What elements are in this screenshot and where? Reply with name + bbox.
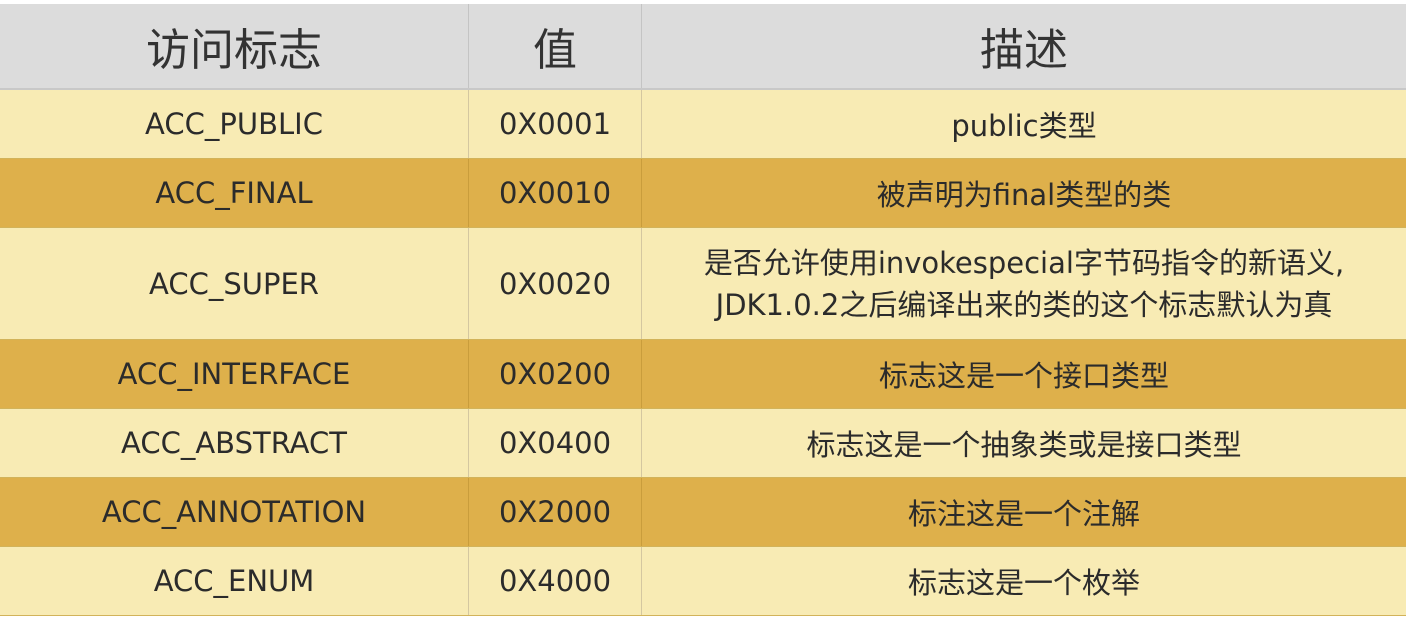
flag-cell: ACC_ENUM bbox=[153, 564, 315, 598]
description-cell: 标志这是一个枚举 bbox=[907, 566, 1140, 600]
description-cell: 被声明为final类型的类 bbox=[876, 178, 1172, 212]
flag-cell: ACC_PUBLIC bbox=[145, 107, 323, 141]
header-description: 描述 bbox=[980, 25, 1068, 76]
flag-cell: ACC_SUPER bbox=[149, 266, 319, 301]
table-row: ACC_INTERFACE 0X0200 标志这是一个接口类型 bbox=[0, 340, 1406, 409]
table-row: ACC_ENUM 0X4000 标志这是一个枚举 bbox=[0, 547, 1406, 616]
value-cell: 0X2000 bbox=[468, 478, 642, 546]
flag-cell: ACC_ABSTRACT bbox=[121, 426, 347, 460]
table-row: ACC_ANNOTATION 0X2000 标注这是一个注解 bbox=[0, 478, 1406, 547]
table-row: ACC_FINAL 0X0010 被声明为final类型的类 bbox=[0, 159, 1406, 228]
description-cell: 是否允许使用invokespecial字节码指令的新语义, JDK1.0.2之后… bbox=[642, 228, 1406, 339]
value-cell: 0X0400 bbox=[468, 409, 642, 477]
description-line-1: 是否允许使用invokespecial字节码指令的新语义, bbox=[703, 245, 1345, 280]
table-row: ACC_SUPER 0X0020 是否允许使用invokespecial字节码指… bbox=[0, 228, 1406, 340]
description-cell: 标注这是一个注解 bbox=[907, 497, 1140, 531]
description-cell: 标志这是一个接口类型 bbox=[878, 359, 1169, 393]
description-cell: public类型 bbox=[951, 109, 1097, 143]
flag-cell: ACC_INTERFACE bbox=[117, 357, 351, 391]
table-row: ACC_ABSTRACT 0X0400 标志这是一个抽象类或是接口类型 bbox=[0, 409, 1406, 478]
flag-cell: ACC_FINAL bbox=[155, 176, 313, 210]
value-cell: 0X0010 bbox=[468, 159, 642, 227]
value-cell: 0X0020 bbox=[468, 228, 642, 339]
table-row: ACC_PUBLIC 0X0001 public类型 bbox=[0, 90, 1406, 159]
value-cell: 0X0001 bbox=[468, 90, 642, 158]
access-flags-table: 访问标志 值 描述 ACC_PUBLIC 0X0001 public类型 ACC… bbox=[0, 4, 1406, 616]
description-cell: 标志这是一个抽象类或是接口类型 bbox=[806, 428, 1242, 462]
table-header: 访问标志 值 描述 bbox=[0, 4, 1406, 90]
value-cell: 0X0200 bbox=[468, 340, 642, 408]
description-line-2: JDK1.0.2之后编译出来的类的这个标志默认为真 bbox=[715, 287, 1333, 322]
header-access-flag: 访问标志 bbox=[146, 25, 322, 76]
header-value: 值 bbox=[468, 4, 642, 88]
flag-cell: ACC_ANNOTATION bbox=[101, 495, 367, 529]
value-cell: 0X4000 bbox=[468, 547, 642, 615]
